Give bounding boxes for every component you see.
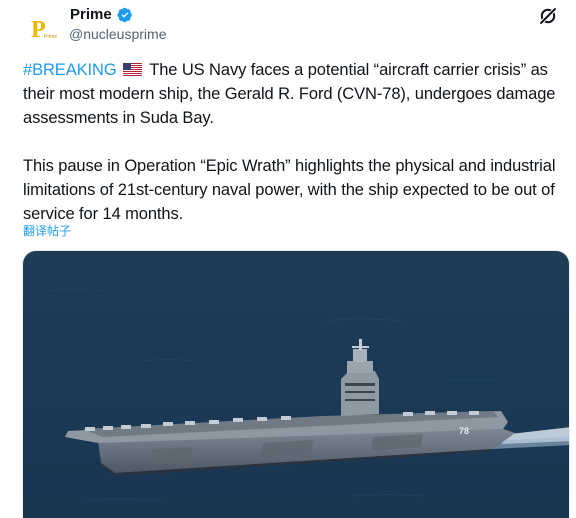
- post-header: P Prime Prime @nucleusprime: [22, 6, 562, 46]
- verified-badge-icon: [117, 7, 132, 22]
- post-paragraph-2: This pause in Operation “Epic Wrath” hig…: [23, 157, 556, 223]
- author-handle[interactable]: @nucleusprime: [69, 26, 166, 42]
- grok-icon[interactable]: [538, 6, 558, 26]
- avatar-caption: Prime: [44, 34, 57, 40]
- post-paragraph-1: #BREAKING The US Navy faces a potential …: [23, 58, 573, 130]
- hashtag-breaking[interactable]: #BREAKING: [23, 61, 117, 79]
- hull-number: 78: [459, 426, 469, 436]
- post-media-image[interactable]: 78: [22, 250, 570, 518]
- post-text: #BREAKING The US Navy faces a potential …: [23, 58, 573, 226]
- avatar-logo: P Prime: [25, 10, 61, 46]
- avatar[interactable]: P Prime: [25, 10, 61, 46]
- translate-post-link[interactable]: 翻译帖子: [23, 222, 71, 239]
- author-display-name[interactable]: Prime: [70, 6, 112, 23]
- aircraft-carrier-photo: 78: [23, 251, 569, 518]
- us-flag-icon: [123, 63, 143, 76]
